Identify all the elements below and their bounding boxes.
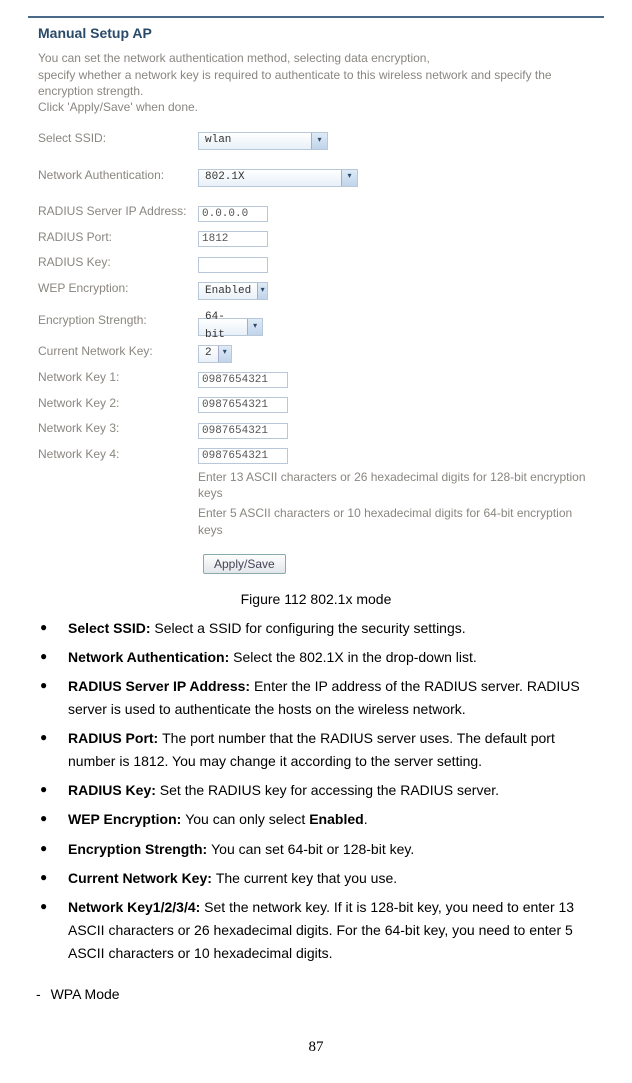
sub-item-wpa-mode: WPA Mode	[50, 983, 604, 1005]
cur-key-dropdown[interactable]: 2 ▾	[198, 345, 232, 363]
list-item: RADIUS Server IP Address: Enter the IP a…	[34, 675, 604, 721]
list-item-head: Network Authentication:	[68, 649, 233, 665]
radius-port-label: RADIUS Port:	[38, 228, 198, 247]
nk4-label: Network Key 4:	[38, 445, 198, 464]
list-item-body: You can set 64-bit or 128-bit key.	[211, 841, 414, 857]
nk1-label: Network Key 1:	[38, 368, 198, 387]
list-item-body: Select a SSID for configuring the securi…	[154, 620, 465, 636]
radius-port-input[interactable]	[198, 231, 268, 247]
nk3-label: Network Key 3:	[38, 419, 198, 438]
intro-line: You can set the network authentication m…	[38, 51, 430, 65]
list-item: Encryption Strength: You can set 64-bit …	[34, 838, 604, 861]
enc-strength-label: Encryption Strength:	[38, 311, 198, 330]
chevron-down-icon: ▾	[341, 170, 357, 186]
wep-enc-label: WEP Encryption:	[38, 279, 198, 298]
chevron-down-icon: ▾	[311, 133, 327, 149]
page-root: Manual Setup AP You can set the network …	[0, 0, 632, 1083]
hint-text-1: Enter 13 ASCII characters or 26 hexadeci…	[198, 469, 594, 501]
radius-key-label: RADIUS Key:	[38, 253, 198, 272]
panel-intro: You can set the network authentication m…	[38, 50, 594, 115]
chevron-down-icon: ▾	[257, 283, 267, 299]
list-item: RADIUS Key: Set the RADIUS key for acces…	[34, 779, 604, 802]
radius-ip-input[interactable]	[198, 206, 268, 222]
wep-enc-value: Enabled	[199, 283, 257, 301]
list-item-head: Current Network Key:	[68, 870, 216, 886]
chevron-down-icon: ▾	[247, 319, 262, 335]
hint-text-2: Enter 5 ASCII characters or 10 hexadecim…	[198, 505, 594, 537]
list-item: Current Network Key: The current key tha…	[34, 867, 604, 890]
intro-line: Click 'Apply/Save' when done.	[38, 100, 198, 114]
list-item: WEP Encryption: You can only select Enab…	[34, 808, 604, 831]
net-auth-dropdown[interactable]: 802.1X ▾	[198, 169, 358, 187]
cur-key-label: Current Network Key:	[38, 342, 198, 361]
list-item-head: RADIUS Port:	[68, 730, 162, 746]
radius-key-input[interactable]	[198, 257, 268, 273]
panel-title: Manual Setup AP	[38, 22, 594, 44]
net-auth-label: Network Authentication:	[38, 166, 198, 185]
list-item-tail-bold: Enabled	[309, 811, 363, 827]
list-item-tail: .	[364, 811, 368, 827]
net-auth-value: 802.1X	[199, 169, 251, 187]
list-item-body: Select the 802.1X in the drop-down list.	[233, 649, 477, 665]
select-ssid-dropdown[interactable]: wlan ▾	[198, 132, 328, 150]
nk1-input[interactable]	[198, 372, 288, 388]
list-item-body: Set the RADIUS key for accessing the RAD…	[160, 782, 499, 798]
wep-enc-dropdown[interactable]: Enabled ▾	[198, 282, 268, 300]
list-item: Select SSID: Select a SSID for configuri…	[34, 617, 604, 640]
embedded-screenshot: Manual Setup AP You can set the network …	[28, 16, 604, 584]
list-item-head: Encryption Strength:	[68, 841, 211, 857]
chevron-down-icon: ▾	[218, 346, 231, 362]
list-item-head: RADIUS Key:	[68, 782, 160, 798]
figure-caption: Figure 112 802.1x mode	[28, 588, 604, 610]
description-list: Select SSID: Select a SSID for configuri…	[28, 617, 604, 965]
intro-line: specify whether a network key is require…	[38, 68, 552, 98]
list-item-head: WEP Encryption:	[68, 811, 185, 827]
apply-save-button[interactable]: Apply/Save	[203, 554, 286, 574]
select-ssid-label: Select SSID:	[38, 129, 198, 148]
nk2-label: Network Key 2:	[38, 394, 198, 413]
list-item: Network Key1/2/3/4: Set the network key.…	[34, 896, 604, 965]
list-item-head: RADIUS Server IP Address:	[68, 678, 254, 694]
nk3-input[interactable]	[198, 423, 288, 439]
radius-ip-label: RADIUS Server IP Address:	[38, 202, 198, 221]
list-item: Network Authentication: Select the 802.1…	[34, 646, 604, 669]
list-item-head: Select SSID:	[68, 620, 154, 636]
enc-strength-dropdown[interactable]: 64-bit ▾	[198, 318, 263, 336]
select-ssid-value: wlan	[199, 132, 237, 150]
list-item-body: The current key that you use.	[216, 870, 397, 886]
list-item: RADIUS Port: The port number that the RA…	[34, 727, 604, 773]
list-item-body: You can only select	[185, 811, 309, 827]
list-item-head: Network Key1/2/3/4:	[68, 899, 204, 915]
nk2-input[interactable]	[198, 397, 288, 413]
page-number: 87	[28, 1035, 604, 1059]
cur-key-value: 2	[199, 345, 218, 363]
nk4-input[interactable]	[198, 448, 288, 464]
